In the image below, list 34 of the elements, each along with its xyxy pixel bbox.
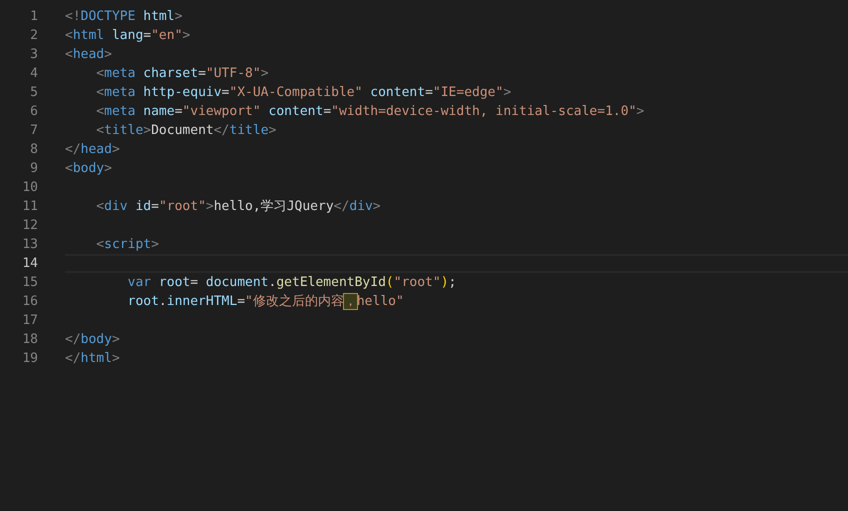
code-line: <meta name="viewport" content="width=device-width, initial-scale=1.0"> <box>95 103 644 120</box>
line-number: 9 <box>29 160 38 178</box>
line-number: 10 <box>21 179 38 197</box>
code-line: <body> <box>65 160 112 177</box>
code-line: <html lang="en"> <box>65 27 190 44</box>
line-number: 15 <box>21 274 38 292</box>
line-number: 13 <box>21 236 38 254</box>
code-line: <meta charset="UTF-8"> <box>95 65 269 82</box>
line-number: 2 <box>29 27 38 45</box>
line-number: 8 <box>29 141 38 159</box>
line-number: 6 <box>29 103 38 121</box>
code-line: <div id="root">hello,学习JQuery</div> <box>95 198 381 215</box>
code-line: root.innerHTML="修改之后的内容，hello" <box>126 293 404 310</box>
line-number: 5 <box>29 84 38 102</box>
line-number: 7 <box>29 122 38 140</box>
line-number: 12 <box>21 217 38 235</box>
code-line: </html> <box>65 350 120 367</box>
line-number: 3 <box>29 46 38 64</box>
line-number: 19 <box>21 350 38 368</box>
line-number: 14 <box>21 255 38 273</box>
code-line: <head> <box>65 46 112 63</box>
code-line: var root= document.getElementById("root"); <box>126 274 456 291</box>
code-line: </head> <box>65 141 120 158</box>
code-line: <script> <box>95 236 159 253</box>
code-line: <title>Document</title> <box>95 122 276 139</box>
code-line: <meta http-equiv="X-UA-Compatible" content="IE=edge"> <box>95 84 512 101</box>
code-line: <!DOCTYPE html> <box>65 8 182 25</box>
line-number: 4 <box>29 65 38 83</box>
line-number: 1 <box>29 8 38 26</box>
line-number: 17 <box>21 312 38 330</box>
line-number: 18 <box>21 331 38 349</box>
line-number: 11 <box>21 198 38 216</box>
line-number: 16 <box>21 293 38 311</box>
code-line: </body> <box>65 331 120 348</box>
